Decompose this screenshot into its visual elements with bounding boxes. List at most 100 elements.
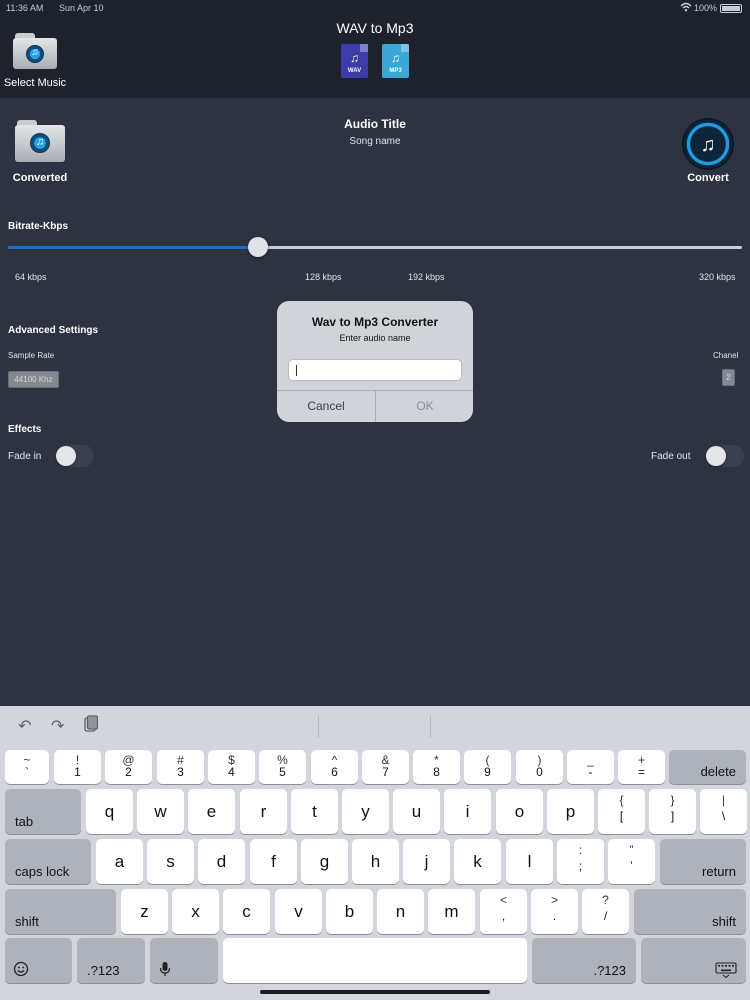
bitrate-slider-track[interactable] <box>8 246 742 249</box>
convert-icon[interactable]: ♫ <box>682 118 734 170</box>
emoji-key[interactable] <box>5 938 72 983</box>
key-top-char: | <box>721 793 726 807</box>
key-c[interactable]: c <box>223 889 270 934</box>
right-shift-key[interactable]: shift <box>634 889 746 934</box>
key-n[interactable]: n <box>377 889 424 934</box>
key-o[interactable]: o <box>496 789 543 834</box>
key-l[interactable]: l <box>506 839 553 884</box>
converted-folder-icon[interactable]: ♫ <box>15 120 65 162</box>
dictation-key[interactable] <box>150 938 218 983</box>
numbers-key-right[interactable]: .?123 <box>532 938 636 983</box>
key-7[interactable]: & 7 <box>362 750 409 784</box>
key-t[interactable]: t <box>291 789 338 834</box>
key-char: u <box>411 802 422 821</box>
key-x[interactable]: x <box>172 889 219 934</box>
key-d[interactable]: d <box>198 839 245 884</box>
key-e[interactable]: e <box>188 789 235 834</box>
key-symbol[interactable]: ? / <box>582 889 629 934</box>
tab-key[interactable]: tab <box>5 789 81 834</box>
key-symbol[interactable]: ”’ <box>608 839 655 884</box>
channel-field[interactable]: 2 <box>722 369 735 386</box>
key-s[interactable]: s <box>147 839 194 884</box>
key-symbol[interactable]: :; <box>557 839 604 884</box>
dialog-title: Wav to Mp3 Converter <box>311 315 439 329</box>
key-f[interactable]: f <box>250 839 297 884</box>
bitrate-tick-320: 320 kbps <box>699 272 736 282</box>
key-symbol[interactable]: {[ <box>598 789 645 834</box>
bitrate-tick-128: 128 kbps <box>305 272 342 282</box>
left-shift-key[interactable]: shift <box>5 889 116 934</box>
header-bar: 11:36 AM Sun Apr 10 100% WAV to Mp3 ♫ Se… <box>0 0 750 98</box>
key-4[interactable]: $4 <box>208 750 255 784</box>
key-bottom-char: \ <box>721 809 726 823</box>
key-bottom-char: ` <box>25 765 29 779</box>
caps-lock-key[interactable]: caps lock <box>5 839 91 884</box>
bitrate-slider-thumb[interactable] <box>247 237 268 257</box>
space-bar[interactable] <box>223 938 527 983</box>
key-8[interactable]: * 8 <box>413 750 460 784</box>
key-b[interactable]: b <box>326 889 373 934</box>
converted-label[interactable]: Converted <box>0 172 80 184</box>
audio-name-input[interactable] <box>288 359 462 381</box>
key-char: q <box>104 802 115 821</box>
key-symbol[interactable]: <, <box>480 889 527 934</box>
key-6[interactable]: ^ 6 <box>311 750 358 784</box>
select-music-folder-icon[interactable]: ♫ <box>13 33 57 69</box>
key-2[interactable]: @2 <box>105 750 152 784</box>
key-symbol[interactable]: >. <box>531 889 578 934</box>
hide-keyboard-key[interactable] <box>641 938 746 983</box>
key-bottom-char: 4 <box>228 765 235 779</box>
key-char: g <box>319 852 330 871</box>
key-5[interactable]: % 5 <box>259 750 306 784</box>
undo-icon[interactable]: ↶ <box>18 716 31 736</box>
key-char: f <box>271 852 276 871</box>
key-char: x <box>191 902 200 921</box>
key-h[interactable]: h <box>352 839 399 884</box>
key-symbol[interactable]: | \ <box>700 789 747 834</box>
key-char: s <box>166 852 175 871</box>
sample-rate-field[interactable]: 44100 Khz <box>8 371 59 388</box>
bitrate-tick-64: 64 kbps <box>15 272 47 282</box>
ok-button[interactable]: OK <box>376 391 473 422</box>
return-key[interactable]: return <box>660 839 746 884</box>
key-q[interactable]: q <box>86 789 133 834</box>
key-w[interactable]: w <box>137 789 184 834</box>
key-m[interactable]: m <box>428 889 475 934</box>
key-a[interactable]: a <box>96 839 143 884</box>
key-9[interactable]: (9 <box>464 750 511 784</box>
key-u[interactable]: u <box>393 789 440 834</box>
key-1[interactable]: ! 1 <box>54 750 101 784</box>
key-char: c <box>242 902 251 921</box>
fade-out-toggle[interactable] <box>706 445 744 467</box>
redo-icon[interactable]: ↷ <box>51 716 64 736</box>
convert-label[interactable]: Convert <box>672 172 744 184</box>
key-z[interactable]: z <box>121 889 168 934</box>
paste-icon[interactable] <box>84 715 99 738</box>
key-3[interactable]: #3 <box>157 750 204 784</box>
key-top-char: } <box>670 793 675 807</box>
key-i[interactable]: i <box>444 789 491 834</box>
cancel-button[interactable]: Cancel <box>277 391 375 422</box>
key-char: m <box>444 902 459 921</box>
key-0[interactable]: ) 0 <box>516 750 563 784</box>
key-top-char: < <box>499 893 507 907</box>
bitrate-tick-192: 192 kbps <box>408 272 445 282</box>
key-y[interactable]: y <box>342 789 389 834</box>
key-bottom-char: ] <box>670 809 675 823</box>
key-k[interactable]: k <box>454 839 501 884</box>
key--[interactable]: _ - <box>567 750 614 784</box>
key-backtick[interactable]: ~ ` <box>5 750 49 784</box>
key-v[interactable]: v <box>275 889 322 934</box>
key-p[interactable]: p <box>547 789 594 834</box>
key-symbol[interactable]: }] <box>649 789 696 834</box>
numbers-key-left[interactable]: .?123 <box>77 938 145 983</box>
select-music-label[interactable]: Select Music <box>0 77 70 89</box>
key-label: return <box>702 864 736 879</box>
key-r[interactable]: r <box>240 789 287 834</box>
fade-in-toggle[interactable] <box>56 445 94 467</box>
key-j[interactable]: j <box>403 839 450 884</box>
key-g[interactable]: g <box>301 839 348 884</box>
key-=[interactable]: + = <box>618 750 665 784</box>
key-label: caps lock <box>15 864 70 879</box>
delete-key[interactable]: delete <box>669 750 746 784</box>
